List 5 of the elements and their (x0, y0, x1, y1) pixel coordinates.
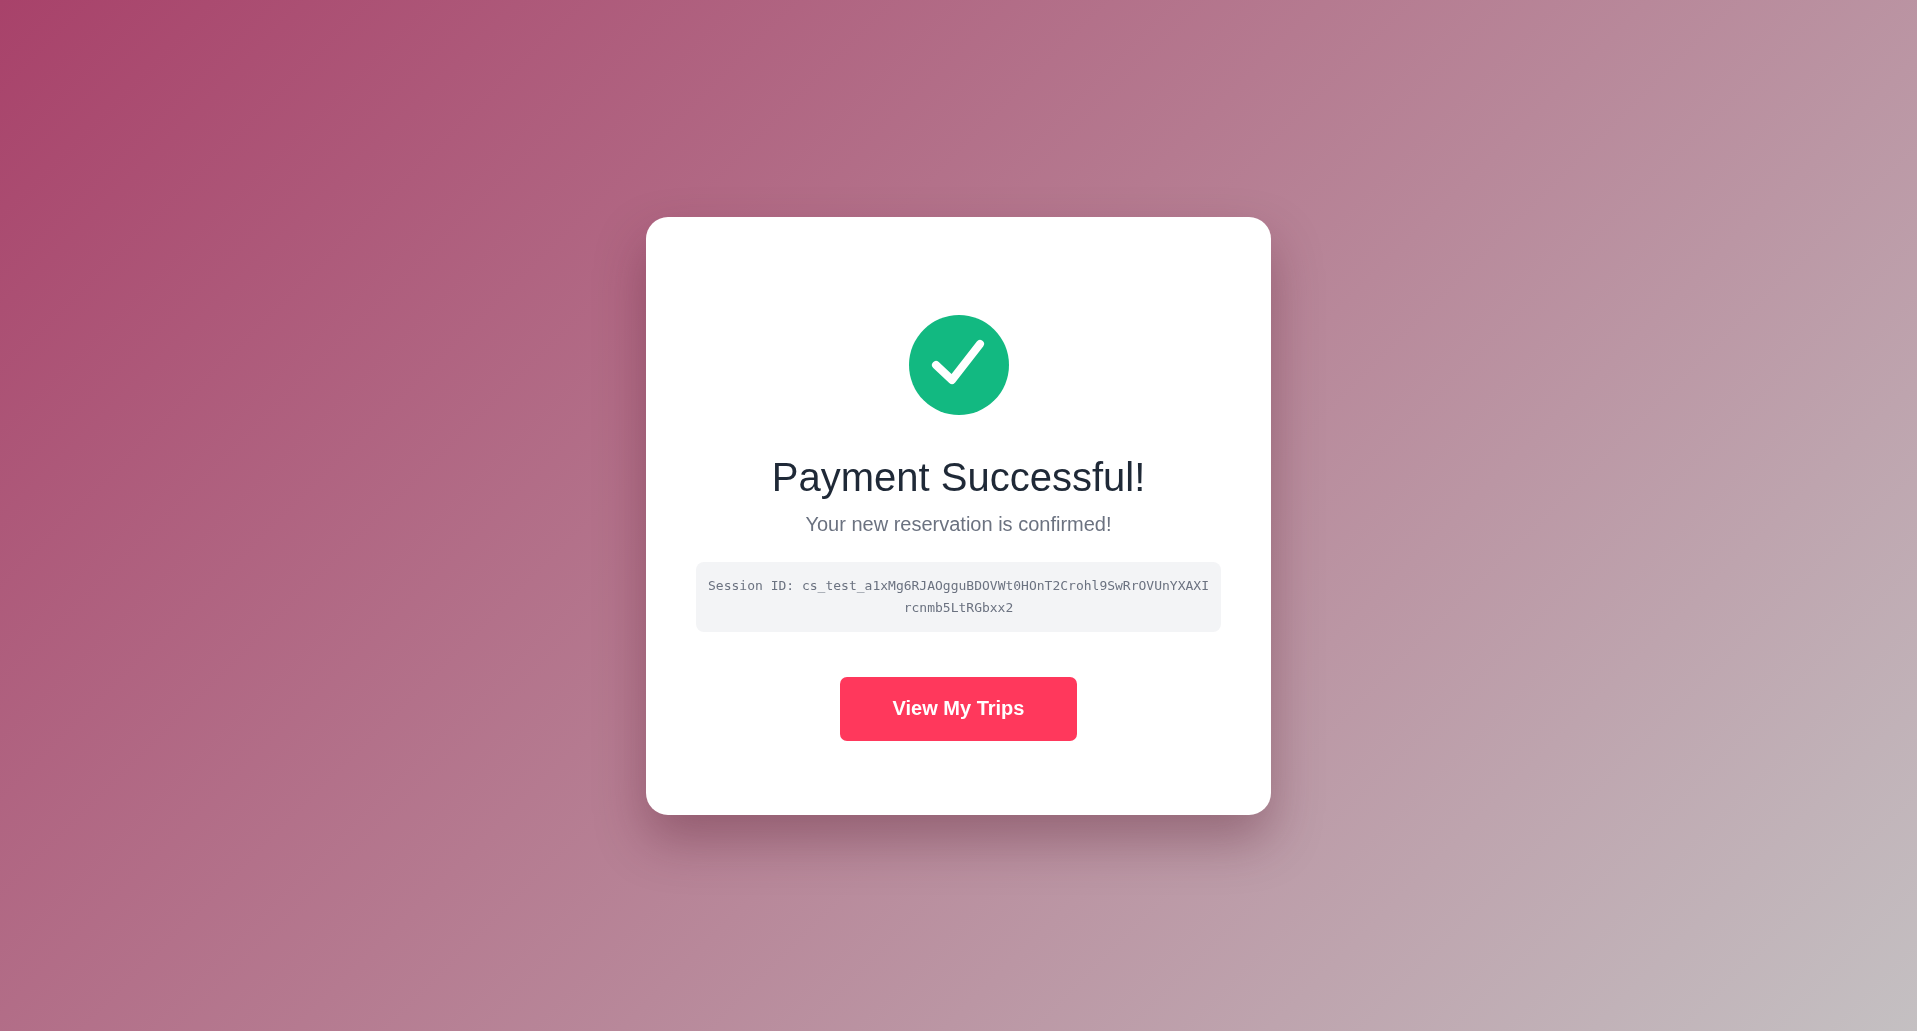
check-circle-icon (908, 314, 1009, 415)
subtitle: Your new reservation is confirmed! (805, 512, 1112, 536)
title: Payment Successful! (771, 453, 1146, 501)
view-trips-button[interactable]: View My Trips (840, 676, 1077, 741)
session-id: Session ID: cs_test_a1xMg6RJAOgguBDOVWt0HOnT2Crohl9SwRrOVUnYXAXIrcnmb5LtRGbxx2 (696, 561, 1221, 632)
